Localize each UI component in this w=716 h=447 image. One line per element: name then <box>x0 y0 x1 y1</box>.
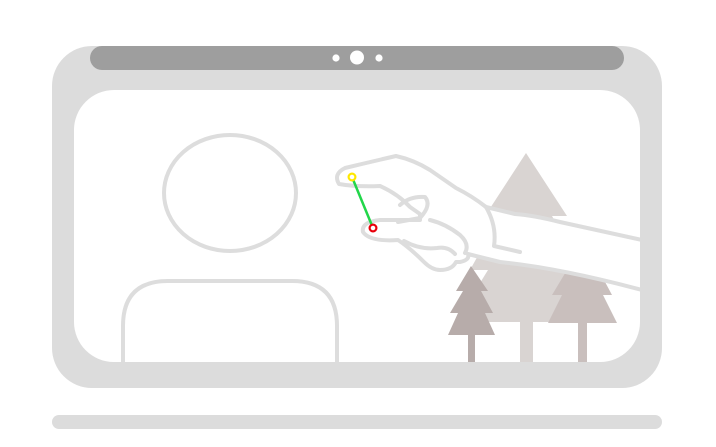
camera-dot-left <box>332 54 340 62</box>
camera-dot-right <box>375 54 383 62</box>
camera-lens <box>350 50 364 65</box>
thumb-tip-marker <box>347 172 357 182</box>
pinch-gesture-illustration <box>52 46 662 429</box>
illustration-stage <box>0 0 716 447</box>
device-stand <box>52 415 662 429</box>
index-tip-marker <box>368 223 378 233</box>
